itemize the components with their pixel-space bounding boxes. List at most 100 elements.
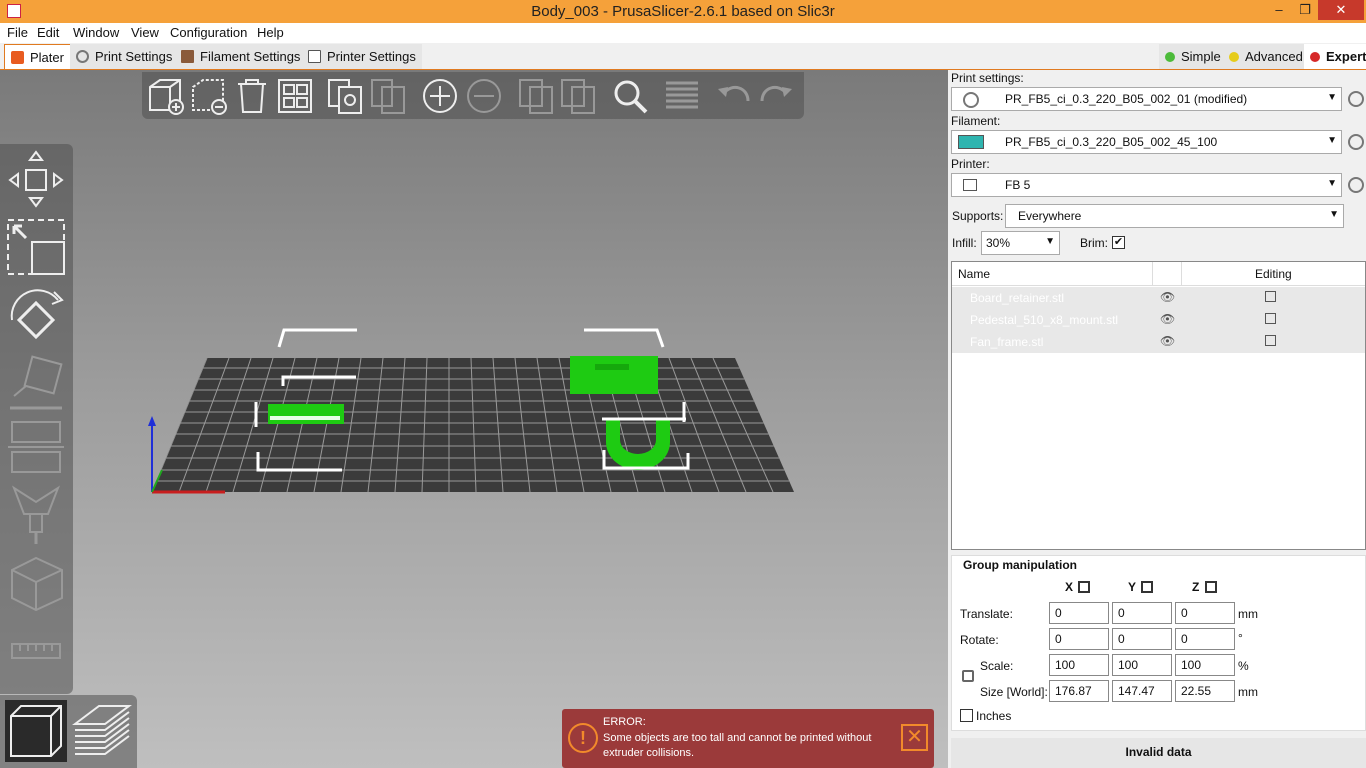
top-toolbar [142, 72, 804, 119]
list-item[interactable]: Fan_frame.stl 👁 [952, 331, 1365, 353]
print-settings-edit-icon[interactable] [1348, 91, 1364, 107]
tab-bar: Plater Print Settings Filament Settings … [0, 43, 1366, 70]
cut-icon [8, 421, 64, 473]
mode-expert-button[interactable]: Expert [1304, 44, 1366, 69]
mode-advanced-button[interactable]: Advanced [1223, 44, 1309, 69]
slice-button[interactable]: Invalid data [951, 738, 1366, 768]
scale-z-input[interactable]: 100 [1175, 654, 1235, 676]
inches-checkbox[interactable] [960, 709, 973, 722]
mode-advanced-label: Advanced [1245, 49, 1303, 64]
close-notification-icon[interactable]: ✕ [901, 724, 928, 751]
brim-label: Brim: [1080, 236, 1108, 250]
green-dot-icon [1165, 51, 1175, 62]
left-toolbar [0, 144, 73, 694]
scale-x-input[interactable]: 100 [1049, 654, 1109, 676]
print-bed-scene[interactable] [0, 70, 948, 768]
object-board-retainer[interactable] [268, 404, 344, 424]
filament-edit-icon[interactable] [1348, 134, 1364, 150]
inches-label: Inches [976, 709, 1012, 723]
3d-viewport[interactable]: ! ERROR: Some objects are too tall and c… [0, 70, 948, 768]
printer-icon [308, 50, 321, 63]
size-y-input[interactable]: 147.47 [1112, 680, 1172, 702]
edit-settings-icon[interactable] [1265, 313, 1276, 324]
scale-icon[interactable] [4, 216, 68, 278]
mode-simple-button[interactable]: Simple [1159, 44, 1227, 69]
eye-icon[interactable]: 👁 [1160, 290, 1175, 304]
col-editing-header[interactable]: Editing [1255, 267, 1292, 281]
supports-value: Everywhere [1018, 209, 1082, 223]
mode-expert-label: Expert [1326, 49, 1366, 64]
3d-view-icon[interactable] [5, 700, 67, 762]
filament-combo[interactable]: PR_FB5_ci_0.3_220_B05_002_45_100 ▼ [951, 130, 1342, 154]
move-icon[interactable] [4, 148, 68, 210]
chevron-down-icon: ▼ [1327, 135, 1337, 146]
minimize-button[interactable]: – [1266, 0, 1292, 20]
rotate-z-input[interactable]: 0 [1175, 628, 1235, 650]
translate-z-input[interactable]: 0 [1175, 602, 1235, 624]
menu-window[interactable]: Window [73, 25, 119, 40]
menu-configuration[interactable]: Configuration [170, 25, 247, 40]
reset-z-icon[interactable] [1205, 581, 1217, 593]
chevron-down-icon: ▼ [1045, 236, 1055, 247]
size-z-input[interactable]: 22.55 [1175, 680, 1235, 702]
add-object-icon[interactable] [146, 77, 186, 115]
rotate-x-input[interactable]: 0 [1049, 628, 1109, 650]
gear-icon [76, 50, 89, 63]
measure-icon [11, 643, 61, 659]
paint-supports-icon [11, 485, 61, 544]
reset-y-icon[interactable] [1141, 581, 1153, 593]
edit-settings-icon[interactable] [1265, 335, 1276, 346]
tab-plater[interactable]: Plater [4, 44, 71, 69]
spool-icon [181, 50, 194, 63]
close-button[interactable]: ✕ [1318, 0, 1364, 20]
tab-print-settings-label: Print Settings [95, 49, 173, 64]
axis-y-label: Y [1128, 580, 1137, 594]
edit-settings-icon[interactable] [1265, 291, 1276, 302]
eye-icon[interactable]: 👁 [1160, 312, 1175, 326]
brim-checkbox[interactable]: ✔ [1112, 236, 1125, 249]
plater-icon [11, 50, 24, 64]
redo-icon [760, 85, 792, 102]
printer-combo[interactable]: FB 5 ▼ [951, 173, 1342, 197]
translate-x-input[interactable]: 0 [1049, 602, 1109, 624]
tab-filament-settings[interactable]: Filament Settings [175, 44, 307, 69]
paste-icon [371, 79, 405, 114]
object-pedestal[interactable] [570, 356, 658, 394]
menu-help[interactable]: Help [257, 25, 284, 40]
tab-printer-settings[interactable]: Printer Settings [302, 44, 422, 69]
scale-y-input[interactable]: 100 [1112, 654, 1172, 676]
delete-all-icon[interactable] [232, 77, 272, 115]
preview-layers-icon[interactable] [71, 700, 133, 762]
print-settings-combo[interactable]: PR_FB5_ci_0.3_220_B05_002_01 (modified) … [951, 87, 1342, 111]
filament-color-swatch[interactable] [958, 135, 984, 149]
add-instance-icon[interactable] [420, 77, 460, 115]
list-item[interactable]: Pedestal_510_x8_mount.stl 👁 [952, 309, 1365, 331]
size-x-input[interactable]: 176.87 [1049, 680, 1109, 702]
menu-view[interactable]: View [131, 25, 159, 40]
supports-combo[interactable]: Everywhere ▼ [1005, 204, 1344, 228]
copy-icon[interactable] [325, 77, 365, 115]
printer-value: FB 5 [1005, 178, 1031, 192]
maximize-button[interactable]: ❐ [1292, 0, 1318, 20]
rotate-y-input[interactable]: 0 [1112, 628, 1172, 650]
infill-combo[interactable]: 30% ▼ [981, 231, 1060, 255]
lock-icon[interactable] [962, 670, 974, 682]
rotate-icon[interactable] [4, 284, 68, 346]
z-axis-arrow [148, 416, 156, 426]
view-toggle-bar [0, 695, 137, 768]
object-list-header: Name Editing [952, 262, 1365, 286]
tab-print-settings[interactable]: Print Settings [70, 44, 179, 69]
delete-object-icon[interactable] [189, 77, 229, 115]
object-name: Pedestal_510_x8_mount.stl [970, 313, 1119, 327]
col-name-header[interactable]: Name [958, 267, 990, 281]
arrange-icon[interactable] [275, 77, 315, 115]
translate-y-input[interactable]: 0 [1112, 602, 1172, 624]
printer-edit-icon[interactable] [1348, 177, 1364, 193]
eye-icon[interactable]: 👁 [1160, 334, 1175, 348]
search-icon[interactable] [610, 77, 650, 115]
menu-edit[interactable]: Edit [37, 25, 59, 40]
list-item[interactable]: Board_retainer.stl 👁 [952, 287, 1365, 309]
menu-file[interactable]: File [7, 25, 28, 40]
drop-to-bed-icon[interactable] [1078, 581, 1090, 593]
error-message: Some objects are too tall and cannot be … [603, 732, 872, 759]
